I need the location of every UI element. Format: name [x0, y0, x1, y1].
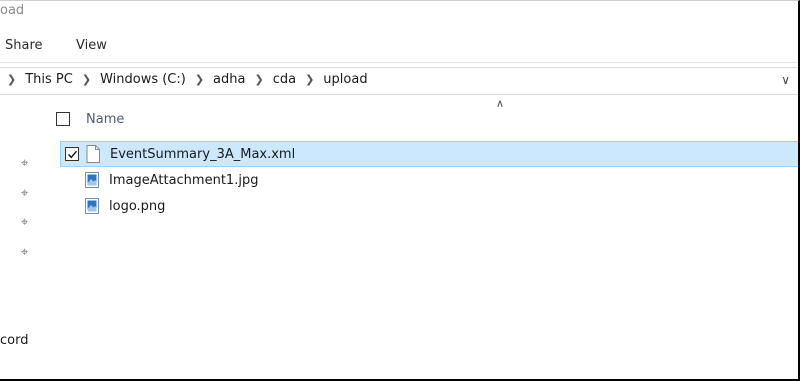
pin-icon: ⌖: [21, 245, 29, 260]
file-row[interactable]: logo.png: [60, 193, 798, 219]
file-list: EventSummary_3A_Max.xml ImageAttachment1…: [60, 141, 798, 219]
column-header-name[interactable]: Name: [86, 112, 124, 127]
file-name: logo.png: [109, 198, 166, 214]
chevron-right-icon[interactable]: ❯: [195, 73, 204, 86]
image-file-icon: [84, 171, 100, 189]
chevron-right-icon[interactable]: ❯: [254, 73, 263, 86]
breadcrumb-cda[interactable]: cda: [273, 72, 296, 87]
breadcrumb-upload[interactable]: upload: [323, 72, 367, 87]
image-file-icon: [84, 197, 100, 215]
breadcrumb: ❯ This PC ❯ Windows (C:) ❯ adha ❯ cda ❯ …: [7, 72, 368, 87]
row-checkbox[interactable]: [65, 147, 79, 161]
chevron-down-icon[interactable]: ∨: [781, 73, 790, 87]
file-name: EventSummary_3A_Max.xml: [110, 146, 296, 162]
pin-icon: ⌖: [21, 156, 29, 171]
pin-icon: ⌖: [21, 186, 29, 201]
breadcrumb-windows-c[interactable]: Windows (C:): [100, 72, 186, 87]
sort-ascending-icon: ∧: [496, 97, 505, 110]
checkmark-icon: [67, 150, 77, 158]
file-name: ImageAttachment1.jpg: [109, 172, 259, 188]
chevron-right-icon[interactable]: ❯: [305, 73, 314, 86]
tab-view[interactable]: View: [76, 38, 107, 53]
explorer-window: oad Share View ❯ This PC ❯ Windows (C:) …: [0, 0, 800, 381]
row-checkbox[interactable]: [64, 173, 78, 187]
pin-icon: ⌖: [21, 215, 29, 230]
file-row[interactable]: ImageAttachment1.jpg: [60, 167, 798, 193]
chevron-right-icon[interactable]: ❯: [82, 73, 91, 86]
document-icon: [85, 145, 101, 163]
address-bar[interactable]: ❯ This PC ❯ Windows (C:) ❯ adha ❯ cda ❯ …: [0, 67, 798, 95]
sidebar-item-label[interactable]: cord: [0, 333, 28, 348]
file-row[interactable]: EventSummary_3A_Max.xml: [60, 141, 798, 167]
row-checkbox[interactable]: [64, 199, 78, 213]
breadcrumb-this-pc[interactable]: This PC: [25, 72, 73, 87]
tab-share[interactable]: Share: [5, 38, 43, 53]
ribbon-bar: Share View: [0, 31, 798, 63]
chevron-right-icon: ❯: [7, 73, 17, 86]
select-all-checkbox[interactable]: [56, 112, 70, 126]
column-header-row: Name: [56, 108, 124, 130]
breadcrumb-adha[interactable]: adha: [213, 72, 245, 87]
window-title: oad: [0, 3, 25, 18]
